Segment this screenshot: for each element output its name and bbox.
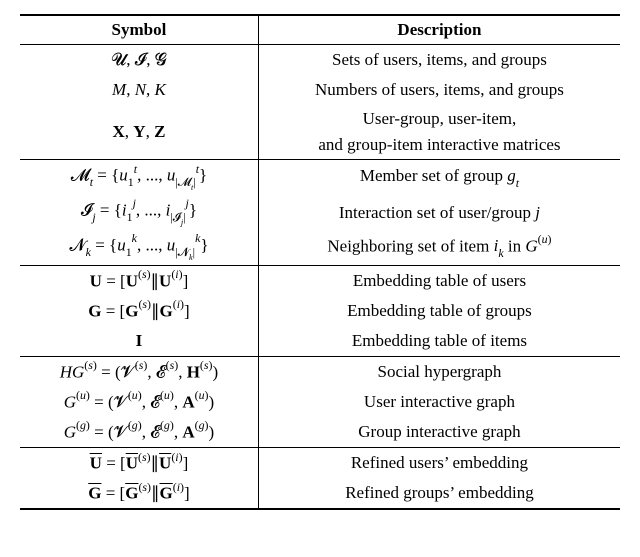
symbol-cell: G(g) = (𝓥(g), 𝓔(g), A(g)) [20,417,258,448]
description-cell: User-group, user-item,and group-item int… [258,104,620,160]
description-cell: Refined groups’ embedding [258,478,620,509]
description-cell: Embedding table of groups [258,296,620,326]
description-cell: Embedding table of users [258,266,620,296]
symbol-cell: U = [U(s)∥U(i)] [20,448,258,478]
symbol-cell: 𝓜t = {u1t, ..., u|𝓜t|t} [20,160,258,195]
table-row: IEmbedding table of items [20,326,620,356]
symbol-cell: HG(s) = (𝓥(s), 𝓔(s), H(s)) [20,357,258,387]
table-row: G(g) = (𝓥(g), 𝓔(g), A(g))Group interacti… [20,417,620,448]
col-header-symbol: Symbol [20,15,258,45]
notation-table: Symbol Description 𝓤, 𝓘, 𝓖Sets of users,… [20,14,620,510]
symbol-cell: I [20,326,258,356]
symbol-cell: M, N, K [20,75,258,105]
description-cell: Member set of group gt [258,160,620,195]
description-cell: Refined users’ embedding [258,448,620,478]
table-row: G(u) = (𝓥(u), 𝓔(u), A(u))User interactiv… [20,387,620,417]
table-header-row: Symbol Description [20,15,620,45]
table-row: 𝓤, 𝓘, 𝓖Sets of users, items, and groups [20,45,620,75]
table-row: 𝓝k = {u1k, ..., u|𝓝k|k}Neighboring set o… [20,230,620,265]
description-cell: Group interactive graph [258,417,620,448]
symbol-cell: 𝓝k = {u1k, ..., u|𝓝k|k} [20,230,258,265]
col-header-description: Description [258,15,620,45]
description-cell: Social hypergraph [258,357,620,387]
table-row: M, N, KNumbers of users, items, and grou… [20,75,620,105]
symbol-cell: 𝓤, 𝓘, 𝓖 [20,45,258,75]
table-row: X, Y, ZUser-group, user-item,and group-i… [20,104,620,160]
table-body: 𝓤, 𝓘, 𝓖Sets of users, items, and groupsM… [20,45,620,510]
symbol-cell: 𝓘j = {i1j, ..., i|𝓘j|j} [20,195,258,230]
table-row: G = [G(s)∥G(i)]Embedding table of groups [20,296,620,326]
symbol-cell: G = [G(s)∥G(i)] [20,296,258,326]
description-cell: Numbers of users, items, and groups [258,75,620,105]
table-row: 𝓜t = {u1t, ..., u|𝓜t|t}Member set of gro… [20,160,620,195]
symbol-cell: G(u) = (𝓥(u), 𝓔(u), A(u)) [20,387,258,417]
description-cell: Sets of users, items, and groups [258,45,620,75]
description-cell: Embedding table of items [258,326,620,356]
table-row: U = [U(s)∥U(i)]Embedding table of users [20,266,620,296]
table-row: 𝓘j = {i1j, ..., i|𝓘j|j}Interaction set o… [20,195,620,230]
table-row: U = [U(s)∥U(i)]Refined users’ embedding [20,448,620,478]
description-cell: User interactive graph [258,387,620,417]
symbol-cell: G = [G(s)∥G(i)] [20,478,258,509]
symbol-cell: U = [U(s)∥U(i)] [20,266,258,296]
table-row: G = [G(s)∥G(i)]Refined groups’ embedding [20,478,620,509]
description-cell: Interaction set of user/group j [258,195,620,230]
symbol-cell: X, Y, Z [20,104,258,160]
description-cell: Neighboring set of item ik in G(u) [258,230,620,265]
table-row: HG(s) = (𝓥(s), 𝓔(s), H(s))Social hypergr… [20,357,620,387]
